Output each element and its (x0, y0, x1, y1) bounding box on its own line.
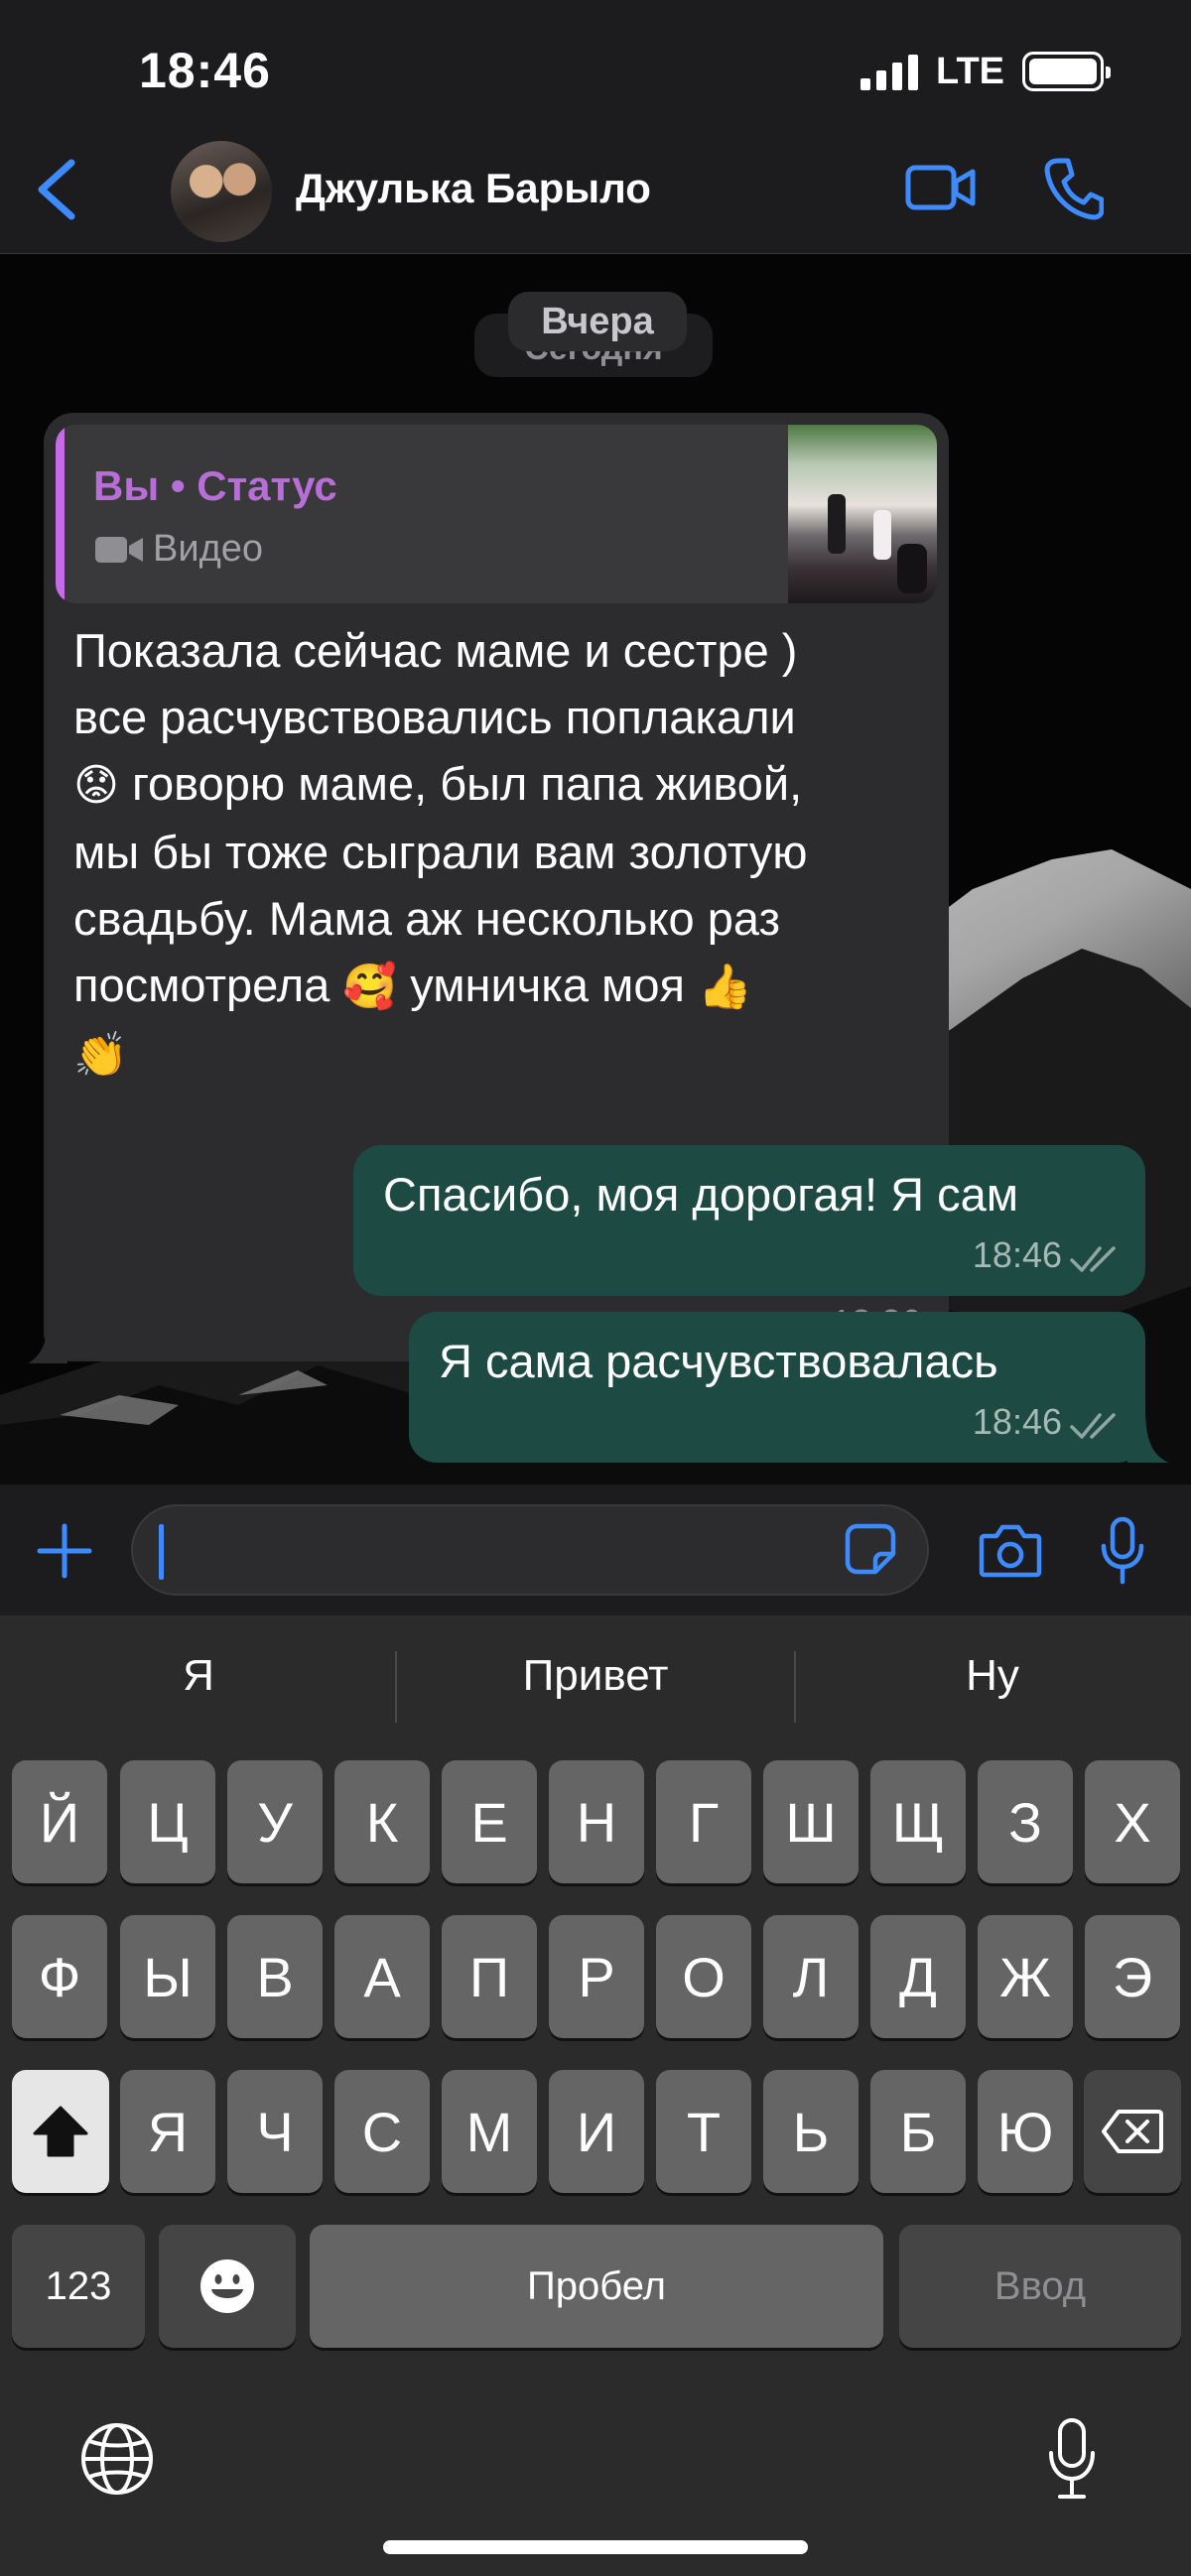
smiling-face-with-hearts-emoji-icon: 🥰 (342, 962, 398, 1012)
camera-icon[interactable] (979, 1522, 1042, 1580)
key-letter[interactable]: И (549, 2070, 644, 2193)
message-text: Показала сейчас маме и сестре ) все расч… (73, 617, 937, 1089)
message-line: свадьбу. Мама аж несколько раз (73, 892, 781, 945)
double-check-icon (1070, 1246, 1116, 1272)
keyboard: Я Привет Ну Й Ц У К Е Н Г Ш Щ З Х Ф Ы В … (0, 1615, 1191, 2576)
phone-icon[interactable] (1044, 157, 1104, 220)
globe-icon[interactable] (77, 2419, 157, 2499)
quote-accent-bar (56, 425, 65, 603)
key-letter[interactable]: П (442, 1915, 537, 2038)
emoji-smiley-icon (200, 2259, 254, 2313)
emoji-key[interactable] (159, 2225, 296, 2348)
quote-media-label: Видео (153, 528, 264, 570)
message-input[interactable] (131, 1504, 929, 1596)
key-letter[interactable]: О (656, 1915, 751, 2038)
quote-media-type: Видео (93, 528, 263, 571)
text-caret (159, 1524, 164, 1580)
microphone-icon[interactable] (1100, 1516, 1145, 1586)
message-line: говорю маме, был папа живой, (131, 757, 803, 810)
key-letter[interactable]: Ь (763, 2070, 859, 2193)
message-time: 18:46 (972, 1234, 1062, 1275)
key-letter[interactable]: Ч (227, 2070, 323, 2193)
avatar[interactable] (171, 141, 272, 242)
message-time: 18:46 (972, 1401, 1062, 1442)
key-letter[interactable]: Б (870, 2070, 966, 2193)
top-bar: 18:46 LTE Джулька Барыло (0, 0, 1191, 254)
shift-key[interactable] (12, 2070, 109, 2193)
return-key[interactable]: Ввод (899, 2225, 1181, 2348)
key-letter[interactable]: С (334, 2070, 430, 2193)
key-letter[interactable]: Л (763, 1915, 859, 2038)
sticker-icon[interactable] (844, 1522, 897, 1576)
key-letter[interactable]: В (227, 1915, 323, 2038)
outgoing-message[interactable]: Я сама расчувствовалась 18:46 (409, 1312, 1145, 1463)
suggestion-item[interactable]: Ну (794, 1651, 1191, 1701)
key-letter[interactable]: Э (1085, 1915, 1180, 2038)
suggestion-item[interactable]: Я (0, 1651, 397, 1701)
key-letter[interactable]: Г (656, 1760, 751, 1883)
quote-author: Вы • Статус (93, 462, 337, 509)
chat-area[interactable]: Сегодня Вчера Вы • Статус Видео Показала… (0, 254, 1191, 1484)
space-key[interactable]: Пробел (310, 2225, 883, 2348)
video-camera-icon (95, 536, 143, 563)
key-letter[interactable]: У (227, 1760, 323, 1883)
key-letter[interactable]: Т (656, 2070, 751, 2193)
status-time: 18:46 (139, 43, 271, 98)
home-indicator[interactable] (383, 2540, 808, 2554)
status-video-thumbnail[interactable] (788, 425, 937, 603)
message-text: Спасибо, моя дорогая! Я сам (383, 1168, 1019, 1221)
message-line: посмотрела (73, 959, 331, 1011)
backspace-icon (1102, 2110, 1163, 2153)
double-check-icon (1070, 1413, 1116, 1439)
worried-face-emoji-icon: 😟 (73, 760, 119, 811)
key-letter[interactable]: Я (120, 2070, 215, 2193)
numbers-key[interactable]: 123 (12, 2225, 145, 2348)
suggestion-item[interactable]: Привет (397, 1651, 794, 1701)
key-letter[interactable]: Н (549, 1760, 644, 1883)
key-letter[interactable]: К (334, 1760, 430, 1883)
key-letter[interactable]: А (334, 1915, 430, 2038)
key-letter[interactable]: Ы (120, 1915, 215, 2038)
key-letter[interactable]: Д (870, 1915, 966, 2038)
signal-icon (860, 53, 919, 90)
plus-icon[interactable] (36, 1522, 93, 1580)
contact-name[interactable]: Джулька Барыло (296, 165, 651, 212)
key-letter[interactable]: Ж (978, 1915, 1073, 2038)
key-letter[interactable]: Ш (763, 1760, 859, 1883)
clapping-hands-emoji-icon: 👏 (73, 1030, 128, 1081)
outgoing-message[interactable]: Спасибо, моя дорогая! Я сам 18:46 (353, 1145, 1145, 1296)
shift-arrow-icon (33, 2106, 88, 2157)
message-text: Я сама расчувствовалась (439, 1335, 998, 1387)
quoted-status-reply[interactable]: Вы • Статус Видео (56, 425, 937, 603)
key-letter[interactable]: З (978, 1760, 1073, 1883)
key-letter[interactable]: Р (549, 1915, 644, 2038)
message-line: мы бы тоже сыграли вам золотую (73, 826, 808, 878)
date-chip-yesterday: Вчера (508, 292, 687, 351)
key-letter[interactable]: Ц (120, 1760, 215, 1883)
message-line: все расчувствовались поплакали (73, 691, 796, 743)
message-line: Показала сейчас маме и сестре ) (73, 624, 798, 677)
dictation-microphone-icon[interactable] (1048, 2417, 1096, 2501)
suggestion-bar: Я Привет Ну (0, 1615, 1191, 1758)
key-letter[interactable]: Щ (870, 1760, 966, 1883)
key-letter[interactable]: Ю (978, 2070, 1073, 2193)
key-letter[interactable]: М (442, 2070, 537, 2193)
message-line: умничка моя (410, 959, 685, 1011)
network-type: LTE (936, 50, 1004, 92)
video-call-icon[interactable] (905, 163, 977, 212)
key-letter[interactable]: Е (442, 1760, 537, 1883)
battery-icon (1022, 52, 1111, 91)
key-letter[interactable]: Ф (12, 1915, 107, 2038)
backspace-key[interactable] (1084, 2070, 1181, 2193)
thumbs-up-emoji-icon: 👍 (698, 962, 752, 1012)
key-letter[interactable]: Й (12, 1760, 107, 1883)
back-chevron-icon[interactable] (30, 155, 89, 224)
composer-bar (0, 1484, 1191, 1615)
status-indicators: LTE (860, 50, 1111, 93)
key-letter[interactable]: Х (1085, 1760, 1180, 1883)
